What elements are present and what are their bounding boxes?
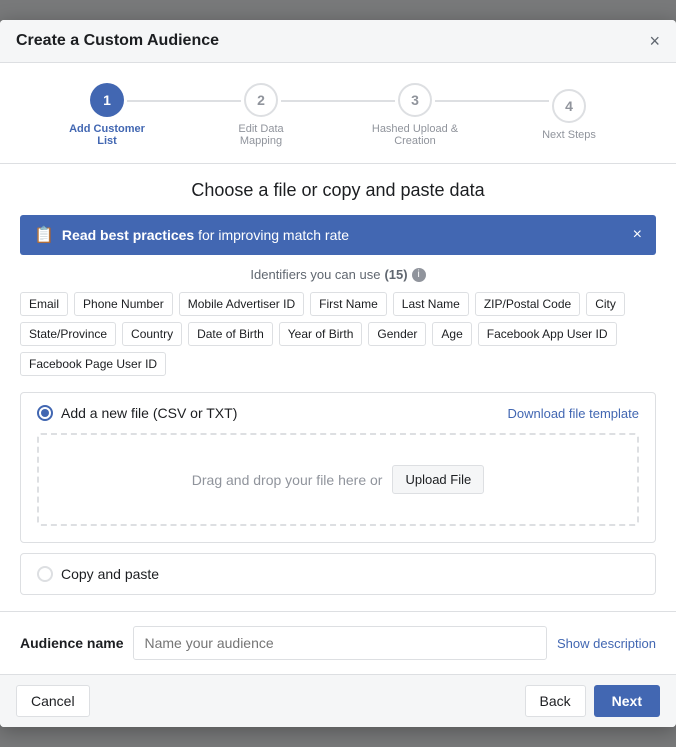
main-content: Choose a file or copy and paste data 📋 R…: [0, 164, 676, 611]
step-2: 2 Edit Data Mapping: [184, 83, 338, 147]
identifiers-line: Identifiers you can use (15) i: [20, 267, 656, 282]
banner-suffix: for improving match rate: [198, 227, 349, 243]
best-practices-banner: 📋 Read best practices for improving matc…: [20, 215, 656, 255]
tag-phone: Phone Number: [74, 292, 173, 316]
close-button[interactable]: ×: [649, 32, 660, 50]
section-title: Choose a file or copy and paste data: [20, 180, 656, 201]
copy-paste-header[interactable]: Copy and paste: [21, 554, 655, 594]
step-2-label: Edit Data Mapping: [216, 123, 306, 147]
upload-radio-group[interactable]: Add a new file (CSV or TXT): [37, 405, 237, 421]
step-1: 1 Add Customer List: [30, 83, 184, 147]
step-4: 4 Next Steps: [492, 89, 646, 141]
download-template-link[interactable]: Download file template: [507, 406, 639, 421]
copy-paste-section: Copy and paste: [20, 553, 656, 595]
modal-footer: Cancel Back Next: [0, 674, 676, 727]
step-3: 3 Hashed Upload & Creation: [338, 83, 492, 147]
banner-content: Read best practices for improving match …: [62, 227, 349, 243]
banner-close-button[interactable]: ×: [633, 227, 642, 243]
banner-icon: 📋: [34, 225, 54, 245]
upload-file-button[interactable]: Upload File: [392, 465, 484, 494]
identifiers-label: Identifiers you can use: [250, 267, 380, 282]
tag-mobile-advertiser: Mobile Advertiser ID: [179, 292, 304, 316]
cancel-button[interactable]: Cancel: [16, 685, 90, 717]
copy-paste-label: Copy and paste: [61, 566, 159, 582]
show-description-link[interactable]: Show description: [557, 636, 656, 651]
step-1-label: Add Customer List: [62, 123, 152, 147]
copy-radio-button[interactable]: [37, 566, 53, 582]
audience-name-label: Audience name: [20, 635, 123, 651]
tag-last-name: Last Name: [393, 292, 469, 316]
step-1-circle: 1: [90, 83, 124, 117]
tag-country: Country: [122, 322, 182, 346]
create-custom-audience-modal: Create a Custom Audience × 1 Add Custome…: [0, 20, 676, 727]
tag-gender: Gender: [368, 322, 426, 346]
dropzone-text: Drag and drop your file here or: [192, 472, 383, 488]
next-button[interactable]: Next: [594, 685, 660, 717]
tag-yob: Year of Birth: [279, 322, 363, 346]
tag-age: Age: [432, 322, 471, 346]
upload-header: Add a new file (CSV or TXT) Download fil…: [21, 393, 655, 433]
tag-city: City: [586, 292, 625, 316]
upload-radio-button[interactable]: [37, 405, 53, 421]
stepper: 1 Add Customer List 2 Edit Data Mapping …: [0, 63, 676, 164]
modal-header: Create a Custom Audience ×: [0, 20, 676, 63]
banner-text: 📋 Read best practices for improving matc…: [34, 225, 349, 245]
step-4-label: Next Steps: [542, 129, 596, 141]
upload-section: Add a new file (CSV or TXT) Download fil…: [20, 392, 656, 543]
tag-state: State/Province: [20, 322, 116, 346]
modal-title: Create a Custom Audience: [16, 32, 219, 50]
tag-email: Email: [20, 292, 68, 316]
footer-right-buttons: Back Next: [525, 685, 660, 717]
step-3-circle: 3: [398, 83, 432, 117]
audience-name-input[interactable]: [133, 626, 547, 660]
step-3-label: Hashed Upload & Creation: [370, 123, 460, 147]
tags-container: Email Phone Number Mobile Advertiser ID …: [20, 292, 656, 376]
audience-name-row: Audience name Show description: [0, 611, 676, 674]
identifiers-count: (15): [384, 267, 407, 282]
info-icon[interactable]: i: [412, 268, 426, 282]
tag-fb-page-user-id: Facebook Page User ID: [20, 352, 166, 376]
step-2-circle: 2: [244, 83, 278, 117]
upload-radio-label: Add a new file (CSV or TXT): [61, 405, 237, 421]
step-4-circle: 4: [552, 89, 586, 123]
tag-fb-app-user-id: Facebook App User ID: [478, 322, 617, 346]
tag-zip: ZIP/Postal Code: [475, 292, 580, 316]
file-dropzone[interactable]: Drag and drop your file here or Upload F…: [37, 433, 639, 526]
back-button[interactable]: Back: [525, 685, 586, 717]
tag-first-name: First Name: [310, 292, 387, 316]
banner-bold-text: Read best practices: [62, 227, 194, 243]
tag-dob: Date of Birth: [188, 322, 273, 346]
